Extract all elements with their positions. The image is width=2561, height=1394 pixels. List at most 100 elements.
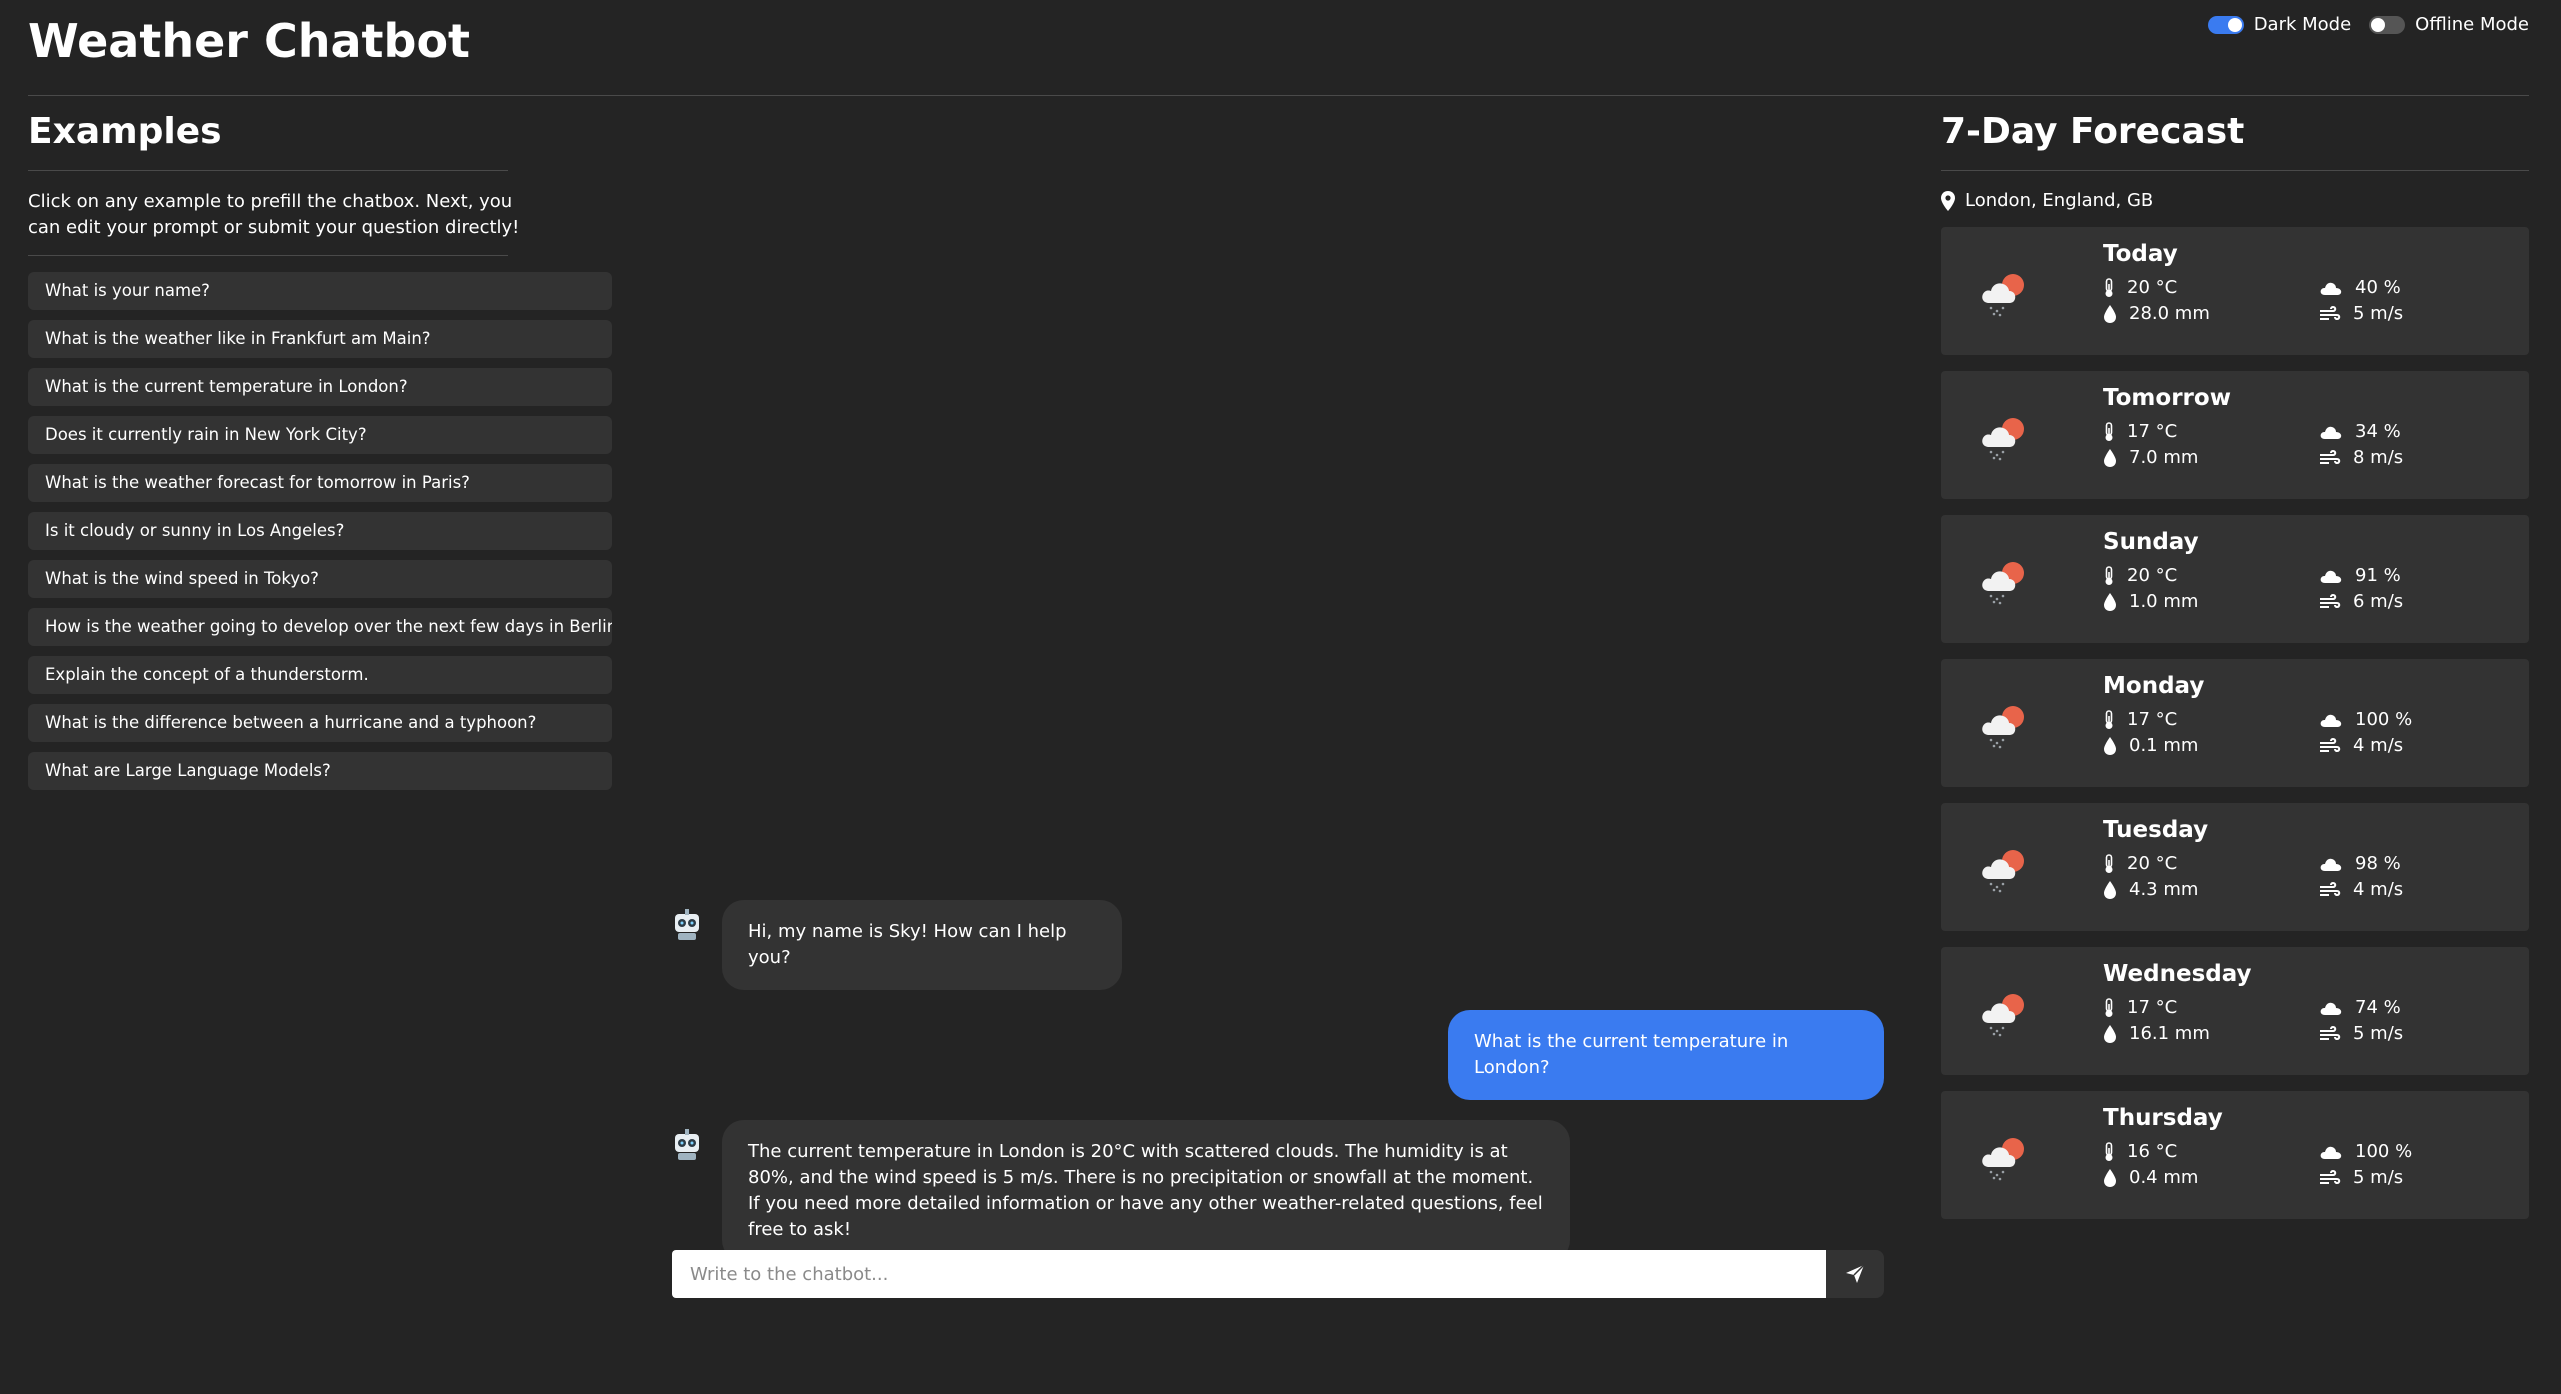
wind-value: 5 m/s xyxy=(2353,1023,2404,1044)
cloud-sun-rain-icon xyxy=(1982,418,2024,461)
example-item[interactable]: Explain the concept of a thunderstorm. xyxy=(28,656,612,694)
temperature-stat: 20 °C xyxy=(2103,277,2177,298)
precipitation-value: 0.4 mm xyxy=(2129,1167,2199,1188)
wind-icon xyxy=(2320,881,2341,896)
temperature-stat: 16 °C xyxy=(2103,1141,2177,1162)
forecast-day-card: Wednesday 17 °C 16.1 mm 74 % 5 m/s xyxy=(1941,947,2529,1075)
app-title: Weather Chatbot xyxy=(28,14,471,68)
wind-stat: 4 m/s xyxy=(2319,735,2403,756)
chat-input-row xyxy=(672,1250,1884,1298)
day-name: Tomorrow xyxy=(2103,385,2231,411)
robot-avatar-icon xyxy=(675,1129,699,1160)
cloud-cover-value: 98 % xyxy=(2355,853,2401,874)
wind-icon xyxy=(2320,1025,2341,1040)
chat-input[interactable] xyxy=(672,1250,1826,1298)
precipitation-value: 0.1 mm xyxy=(2129,735,2199,756)
forecast-day-card: Tuesday 20 °C 4.3 mm 98 % 4 m/s xyxy=(1941,803,2529,931)
precipitation-value: 1.0 mm xyxy=(2129,591,2199,612)
example-item[interactable]: Does it currently rain in New York City? xyxy=(28,416,612,454)
cloud-cover-stat: 74 % xyxy=(2319,997,2401,1018)
precipitation-stat: 28.0 mm xyxy=(2103,303,2210,324)
wind-stat: 5 m/s xyxy=(2319,303,2403,324)
precipitation-value: 7.0 mm xyxy=(2129,447,2199,468)
dark-mode-switch[interactable] xyxy=(2207,15,2244,34)
day-name: Monday xyxy=(2103,673,2205,699)
dark-mode-toggle[interactable]: Dark Mode xyxy=(2207,14,2352,35)
example-item[interactable]: How is the weather going to develop over… xyxy=(28,608,612,646)
cloud-icon xyxy=(2320,282,2342,295)
droplet-icon xyxy=(2104,1168,2116,1187)
cloud-sun-rain-icon xyxy=(1982,562,2024,605)
examples-divider xyxy=(28,255,508,256)
chat-bubble-bot: Hi, my name is Sky! How can I help you? xyxy=(722,900,1122,990)
example-item[interactable]: What is the difference between a hurrica… xyxy=(28,704,612,742)
cloud-cover-stat: 40 % xyxy=(2319,277,2401,298)
cloud-cover-value: 100 % xyxy=(2355,1141,2413,1162)
wind-icon xyxy=(2320,737,2341,752)
chat-message-bot: The current temperature in London is 20°… xyxy=(672,1120,1884,1262)
thermometer-icon xyxy=(2105,421,2113,441)
example-item[interactable]: What is the weather like in Frankfurt am… xyxy=(28,320,612,358)
forecast-day-card: Today 20 °C 28.0 mm 40 % 5 m/s xyxy=(1941,227,2529,355)
cloud-icon xyxy=(2320,570,2342,583)
examples-panel: Examples Click on any example to prefill… xyxy=(28,110,612,800)
example-item[interactable]: What are Large Language Models? xyxy=(28,752,612,790)
forecast-divider xyxy=(1941,170,2529,171)
example-item[interactable]: What is the current temperature in Londo… xyxy=(28,368,612,406)
temperature-stat: 20 °C xyxy=(2103,565,2177,586)
example-item[interactable]: Is it cloudy or sunny in Los Angeles? xyxy=(28,512,612,550)
example-item[interactable]: What is the weather forecast for tomorro… xyxy=(28,464,612,502)
wind-icon xyxy=(2320,1169,2341,1184)
day-name: Tuesday xyxy=(2103,817,2209,843)
cloud-cover-stat: 34 % xyxy=(2319,421,2401,442)
wind-value: 8 m/s xyxy=(2353,447,2404,468)
cloud-cover-stat: 91 % xyxy=(2319,565,2401,586)
temperature-stat: 17 °C xyxy=(2103,709,2177,730)
temperature-value: 20 °C xyxy=(2127,277,2178,298)
offline-mode-switch[interactable] xyxy=(2369,15,2406,34)
forecast-days: Today 20 °C 28.0 mm 40 % 5 m/s Tomorrow … xyxy=(1941,227,2529,1219)
thermometer-icon xyxy=(2105,1141,2113,1161)
thermometer-icon xyxy=(2105,277,2113,297)
wind-icon xyxy=(2320,593,2341,608)
temperature-value: 16 °C xyxy=(2127,1141,2178,1162)
send-icon xyxy=(1846,1264,1865,1283)
forecast-panel: 7-Day Forecast London, England, GB Today… xyxy=(1941,110,2529,1235)
precipitation-stat: 1.0 mm xyxy=(2103,591,2198,612)
temperature-value: 17 °C xyxy=(2127,709,2178,730)
examples-divider xyxy=(28,170,508,171)
precipitation-stat: 16.1 mm xyxy=(2103,1023,2210,1044)
cloud-sun-rain-icon xyxy=(1982,994,2024,1037)
droplet-icon xyxy=(2104,736,2116,755)
offline-mode-toggle[interactable]: Offline Mode xyxy=(2369,14,2529,35)
wind-stat: 5 m/s xyxy=(2319,1167,2403,1188)
forecast-location: London, England, GB xyxy=(1941,190,2529,211)
precipitation-value: 16.1 mm xyxy=(2129,1023,2210,1044)
cloud-sun-rain-icon xyxy=(1982,706,2024,749)
precipitation-value: 28.0 mm xyxy=(2129,303,2210,324)
chat-message-bot: Hi, my name is Sky! How can I help you? xyxy=(672,900,1884,990)
cloud-cover-value: 40 % xyxy=(2355,277,2401,298)
thermometer-icon xyxy=(2105,853,2113,873)
droplet-icon xyxy=(2104,880,2116,899)
chat-thread: Hi, my name is Sky! How can I help you? … xyxy=(672,900,1884,1282)
example-item[interactable]: What is your name? xyxy=(28,272,612,310)
dark-mode-label: Dark Mode xyxy=(2253,14,2352,35)
precipitation-value: 4.3 mm xyxy=(2129,879,2199,900)
header-divider xyxy=(28,95,2529,96)
wind-stat: 4 m/s xyxy=(2319,879,2403,900)
cloud-sun-rain-icon xyxy=(1982,1138,2024,1181)
wind-value: 5 m/s xyxy=(2353,1167,2404,1188)
temperature-stat: 17 °C xyxy=(2103,997,2177,1018)
cloud-cover-stat: 98 % xyxy=(2319,853,2401,874)
send-button[interactable] xyxy=(1826,1250,1884,1298)
wind-value: 6 m/s xyxy=(2353,591,2404,612)
cloud-cover-value: 34 % xyxy=(2355,421,2401,442)
droplet-icon xyxy=(2104,1024,2116,1043)
temperature-value: 20 °C xyxy=(2127,565,2178,586)
mode-toggles: Dark Mode Offline Mode xyxy=(2207,14,2529,35)
example-item[interactable]: What is the wind speed in Tokyo? xyxy=(28,560,612,598)
examples-list: What is your name? What is the weather l… xyxy=(28,272,612,790)
wind-icon xyxy=(2320,449,2341,464)
day-name: Thursday xyxy=(2103,1105,2223,1131)
